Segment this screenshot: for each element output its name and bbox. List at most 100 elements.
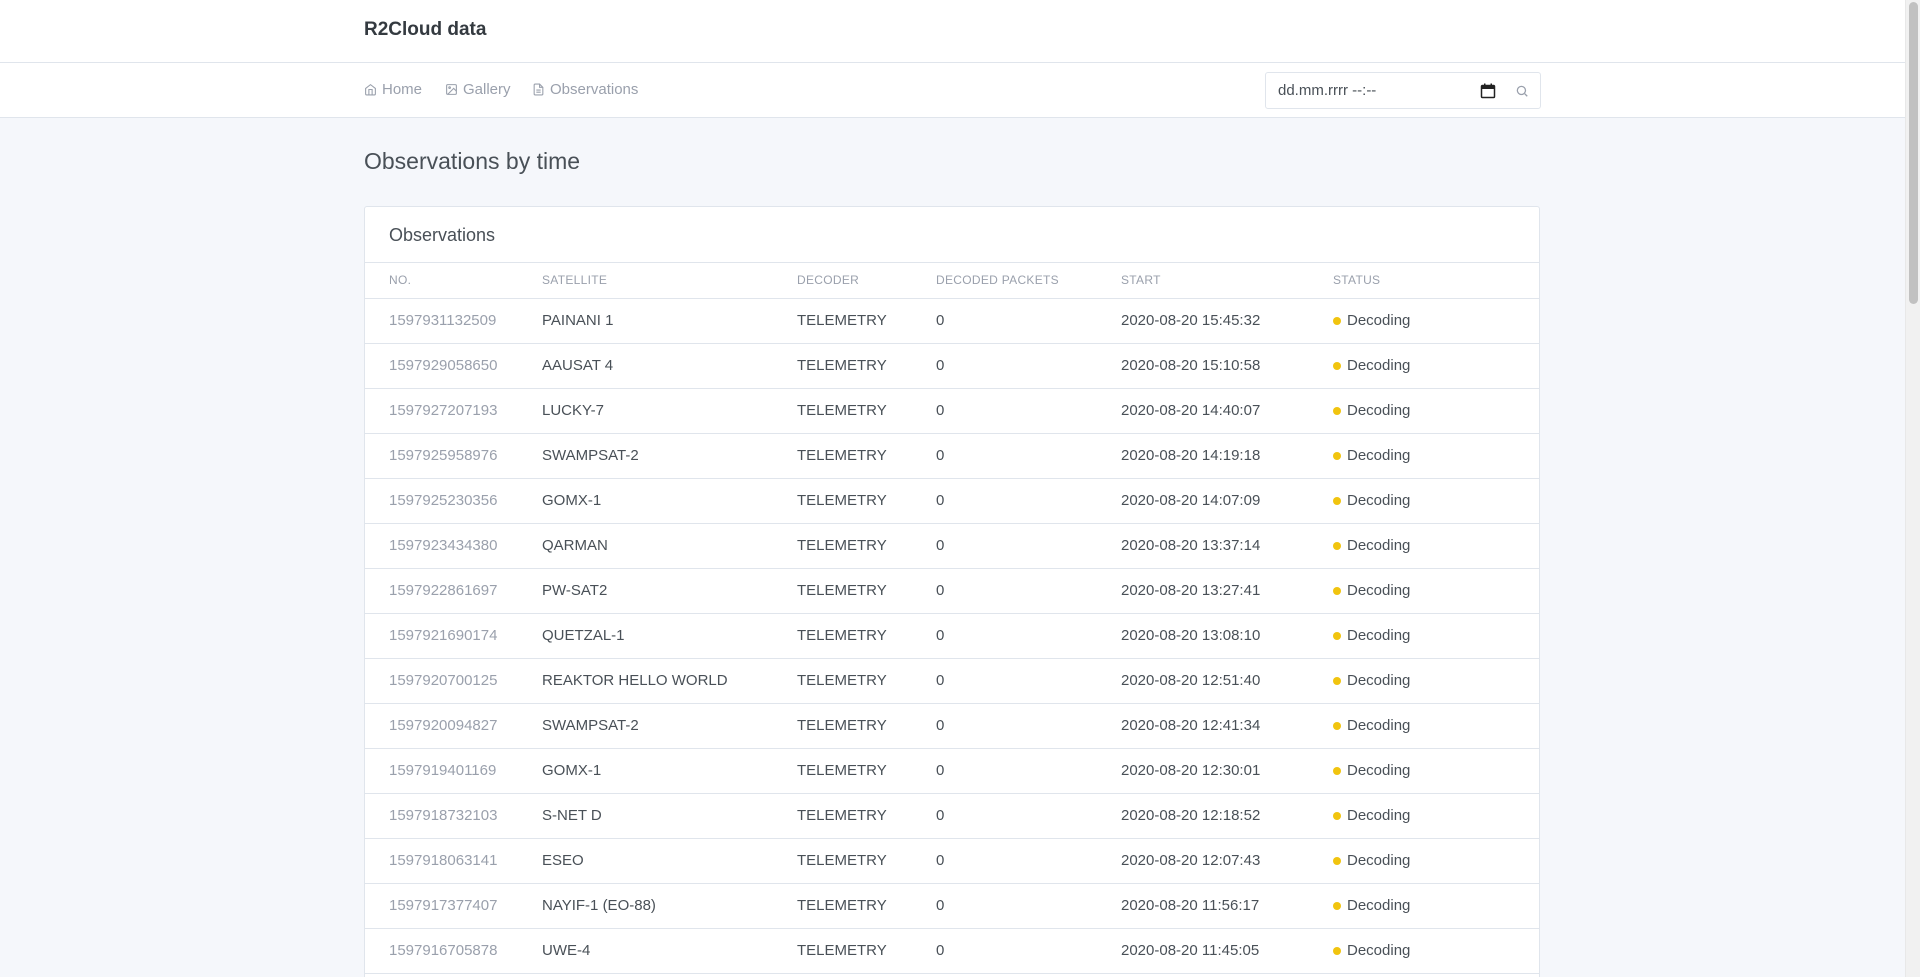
card-title: Observations — [365, 207, 1539, 263]
page-scrollbar[interactable] — [1905, 0, 1920, 977]
observation-id-link[interactable]: 1597923434380 — [389, 537, 497, 554]
table-row[interactable]: 1597918063141 ESEO TELEMETRY 0 2020-08-2… — [365, 838, 1539, 884]
satellite-cell: QUETZAL-1 — [542, 613, 797, 659]
table-row[interactable]: 1597920700125 REAKTOR HELLO WORLD TELEME… — [365, 658, 1539, 704]
nav-home[interactable]: Home — [364, 81, 422, 98]
observation-id-link[interactable]: 1597925958976 — [389, 447, 497, 464]
table-row[interactable]: 1597927207193 LUCKY-7 TELEMETRY 0 2020-0… — [365, 388, 1539, 434]
table-row[interactable]: 1597918732103 S-NET D TELEMETRY 0 2020-0… — [365, 793, 1539, 839]
decoded-packets-cell: 0 — [936, 658, 1121, 704]
header-status: Status — [1333, 263, 1539, 299]
table-row[interactable]: 1597920094827 SWAMPSAT-2 TELEMETRY 0 202… — [365, 703, 1539, 749]
observations-table: No. Satellite Decoder Decoded packets St… — [365, 263, 1539, 974]
observation-id-link[interactable]: 1597920700125 — [389, 672, 497, 689]
status-badge: Decoding — [1333, 582, 1539, 599]
decoded-packets-cell: 0 — [936, 568, 1121, 614]
status-dot-icon — [1333, 631, 1341, 640]
calendar-icon[interactable] — [1480, 83, 1496, 99]
satellite-cell: QARMAN — [542, 523, 797, 569]
nav-observations[interactable]: Observations — [532, 81, 638, 98]
table-row[interactable]: 1597916705878 UWE-4 TELEMETRY 0 2020-08-… — [365, 928, 1539, 974]
decoded-packets-cell: 0 — [936, 388, 1121, 434]
status-dot-icon — [1333, 361, 1341, 370]
observation-id-link[interactable]: 1597922861697 — [389, 582, 497, 599]
status-label: Decoding — [1347, 537, 1411, 554]
status-badge: Decoding — [1333, 672, 1539, 689]
start-cell: 2020-08-20 14:19:18 — [1121, 433, 1333, 479]
observation-id-link[interactable]: 1597921690174 — [389, 627, 497, 644]
table-row[interactable]: 1597917377407 NAYIF-1 (EO-88) TELEMETRY … — [365, 883, 1539, 929]
satellite-cell: ESEO — [542, 838, 797, 884]
start-cell: 2020-08-20 13:37:14 — [1121, 523, 1333, 569]
satellite-cell: PAINANI 1 — [542, 298, 797, 344]
decoded-packets-cell: 0 — [936, 613, 1121, 659]
start-cell: 2020-08-20 13:08:10 — [1121, 613, 1333, 659]
status-dot-icon — [1333, 856, 1341, 865]
decoded-packets-cell: 0 — [936, 793, 1121, 839]
table-row[interactable]: 1597925230356 GOMX-1 TELEMETRY 0 2020-08… — [365, 478, 1539, 524]
status-label: Decoding — [1347, 762, 1411, 779]
table-row[interactable]: 1597921690174 QUETZAL-1 TELEMETRY 0 2020… — [365, 613, 1539, 659]
decoder-cell: TELEMETRY — [797, 613, 936, 659]
status-badge: Decoding — [1333, 537, 1539, 554]
observation-id-link[interactable]: 1597929058650 — [389, 357, 497, 374]
status-dot-icon — [1333, 586, 1341, 595]
table-row[interactable]: 1597923434380 QARMAN TELEMETRY 0 2020-08… — [365, 523, 1539, 569]
table-row[interactable]: 1597919401169 GOMX-1 TELEMETRY 0 2020-08… — [365, 748, 1539, 794]
decoder-cell: TELEMETRY — [797, 433, 936, 479]
observations-card: Observations No. Satellite Decoder Decod… — [364, 206, 1540, 977]
observation-id-link[interactable]: 1597920094827 — [389, 717, 497, 734]
datetime-input[interactable] — [1266, 73, 1506, 108]
table-row[interactable]: 1597931132509 PAINANI 1 TELEMETRY 0 2020… — [365, 298, 1539, 344]
status-label: Decoding — [1347, 312, 1411, 329]
start-cell: 2020-08-20 11:45:05 — [1121, 928, 1333, 974]
observation-id-link[interactable]: 1597918063141 — [389, 852, 497, 869]
satellite-cell: SWAMPSAT-2 — [542, 433, 797, 479]
decoded-packets-cell: 0 — [936, 298, 1121, 344]
observation-id-link[interactable]: 1597917377407 — [389, 897, 497, 914]
status-badge: Decoding — [1333, 447, 1539, 464]
decoder-cell: TELEMETRY — [797, 478, 936, 524]
observation-id-link[interactable]: 1597931132509 — [389, 312, 496, 329]
scrollbar-thumb[interactable] — [1909, 2, 1918, 304]
decoder-cell: TELEMETRY — [797, 793, 936, 839]
start-cell: 2020-08-20 14:07:09 — [1121, 478, 1333, 524]
start-cell: 2020-08-20 14:40:07 — [1121, 388, 1333, 434]
status-dot-icon — [1333, 946, 1341, 955]
observation-id-link[interactable]: 1597919401169 — [389, 762, 496, 779]
decoded-packets-cell: 0 — [936, 703, 1121, 749]
status-badge: Decoding — [1333, 897, 1539, 914]
decoder-cell: TELEMETRY — [797, 568, 936, 614]
decoded-packets-cell: 0 — [936, 748, 1121, 794]
status-badge: Decoding — [1333, 717, 1539, 734]
decoded-packets-cell: 0 — [936, 883, 1121, 929]
status-badge: Decoding — [1333, 357, 1539, 374]
status-label: Decoding — [1347, 807, 1411, 824]
header-no: No. — [365, 263, 542, 299]
start-cell: 2020-08-20 12:07:43 — [1121, 838, 1333, 884]
satellite-cell: AAUSAT 4 — [542, 343, 797, 389]
table-row[interactable]: 1597925958976 SWAMPSAT-2 TELEMETRY 0 202… — [365, 433, 1539, 479]
decoded-packets-cell: 0 — [936, 343, 1121, 389]
table-row[interactable]: 1597929058650 AAUSAT 4 TELEMETRY 0 2020-… — [365, 343, 1539, 389]
brand-title[interactable]: R2Cloud data — [364, 19, 486, 41]
status-label: Decoding — [1347, 852, 1411, 869]
status-dot-icon — [1333, 316, 1341, 325]
observation-id-link[interactable]: 1597925230356 — [389, 492, 497, 509]
observation-id-link[interactable]: 1597927207193 — [389, 402, 497, 419]
observation-id-link[interactable]: 1597918732103 — [389, 807, 497, 824]
satellite-cell: GOMX-1 — [542, 478, 797, 524]
status-label: Decoding — [1347, 672, 1411, 689]
observation-id-link[interactable]: 1597916705878 — [389, 942, 497, 959]
search-icon[interactable] — [1515, 84, 1529, 98]
nav-gallery[interactable]: Gallery — [445, 81, 511, 98]
decoder-cell: TELEMETRY — [797, 388, 936, 434]
status-badge: Decoding — [1333, 492, 1539, 509]
satellite-cell: GOMX-1 — [542, 748, 797, 794]
status-badge: Decoding — [1333, 942, 1539, 959]
decoded-packets-cell: 0 — [936, 433, 1121, 479]
status-dot-icon — [1333, 496, 1341, 505]
table-row[interactable]: 1597922861697 PW-SAT2 TELEMETRY 0 2020-0… — [365, 568, 1539, 614]
satellite-cell: UWE-4 — [542, 928, 797, 974]
decoder-cell: TELEMETRY — [797, 343, 936, 389]
